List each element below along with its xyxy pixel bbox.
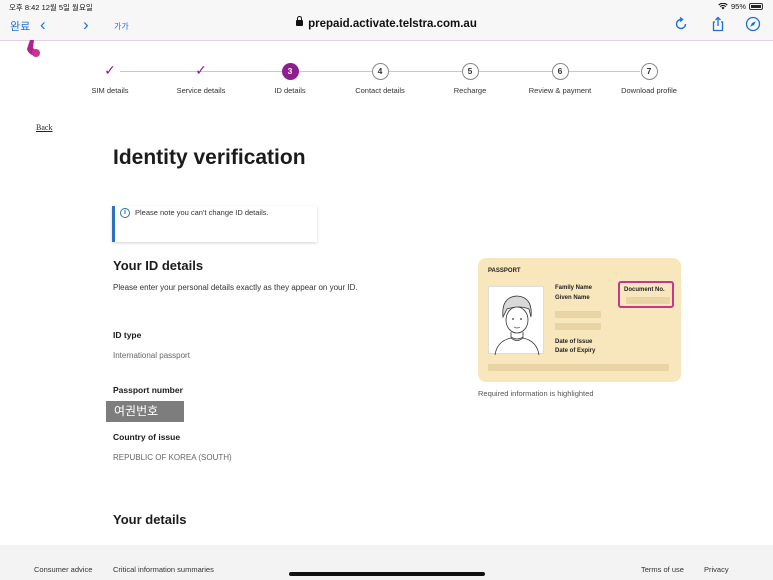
passport-photo [488, 286, 544, 356]
page-title: Identity verification [113, 146, 306, 169]
mrz-placeholder-bar [488, 364, 669, 371]
progress-stepper: ✓ SIM details ✓ Service details 3 ID det… [0, 60, 773, 100]
share-icon[interactable] [710, 16, 726, 32]
terms-of-use-link[interactable]: Terms of use [641, 565, 684, 574]
passport-number-label: Passport number [113, 385, 183, 395]
critical-information-link[interactable]: Critical information summaries [113, 565, 214, 574]
step-label: SIM details [91, 86, 129, 95]
check-icon: ✓ [104, 62, 116, 78]
id-type-value: International passport [113, 351, 190, 360]
compass-icon[interactable] [745, 16, 761, 32]
browser-toolbar: 완료 ‹ › 가가 prepaid.activate.telstra.com.a… [0, 12, 773, 41]
document-number-label: Document No. [624, 287, 665, 293]
home-indicator[interactable] [289, 572, 485, 576]
step-label: Download profile [621, 86, 677, 95]
person-portrait-icon [494, 295, 540, 356]
step-sim-details: ✓ SIM details [60, 63, 160, 95]
step-service-details: ✓ Service details [151, 63, 251, 95]
step-label: Review & payment [528, 86, 592, 95]
placeholder-bar [555, 323, 601, 330]
telstra-logo-icon[interactable] [24, 40, 44, 58]
given-name-label: Given Name [555, 295, 590, 301]
required-info-note: Required information is highlighted [478, 389, 594, 398]
wifi-icon [718, 3, 728, 10]
battery-percent: 95% [730, 2, 746, 11]
step-number: 7 [640, 63, 658, 80]
status-bar: 오후 8:42 12월 5일 월요일 95% [0, 0, 773, 12]
date-of-expiry-label: Date of Expiry [555, 348, 596, 354]
address-bar[interactable]: prepaid.activate.telstra.com.au [0, 16, 773, 30]
step-contact-details: 4 Contact details [330, 63, 430, 95]
passport-illustration: PASSPORT Family Name Given Name Date of … [478, 258, 681, 382]
consumer-advice-link[interactable]: Consumer advice [34, 565, 92, 574]
url-text: prepaid.activate.telstra.com.au [308, 18, 477, 30]
country-of-issue-value: REPUBLIC OF KOREA (SOUTH) [113, 453, 232, 462]
step-recharge: 5 Recharge [420, 63, 520, 95]
step-label: ID details [274, 86, 306, 95]
step-number: 6 [551, 63, 569, 80]
page: 오후 8:42 12월 5일 월요일 95% 완료 ‹ › 가가 prepaid… [0, 0, 773, 580]
info-icon: i [120, 208, 130, 218]
placeholder-bar [555, 311, 601, 318]
step-id-details: 3 ID details [240, 63, 340, 95]
notice-text: Please note you can't change ID details. [135, 208, 269, 217]
reload-icon[interactable] [673, 16, 689, 32]
status-right: 95% [718, 2, 763, 11]
id-type-label: ID type [113, 330, 142, 340]
date-of-issue-label: Date of Issue [555, 339, 593, 345]
battery-icon [749, 3, 763, 10]
id-details-intro: Please enter your personal details exact… [113, 283, 358, 292]
back-link[interactable]: Back [36, 123, 52, 132]
step-label: Service details [176, 86, 226, 95]
step-number: 5 [461, 63, 479, 80]
family-name-label: Family Name [555, 285, 593, 291]
passport-number-redacted: 여권번호 [106, 401, 184, 422]
step-download-profile: 7 Download profile [599, 63, 699, 95]
id-change-notice: i Please note you can't change ID detail… [112, 206, 317, 242]
step-label: Recharge [453, 86, 487, 95]
document-number-highlight: Document No. [618, 281, 674, 308]
step-number: 3 [281, 63, 299, 80]
step-number: 4 [371, 63, 389, 80]
step-label: Contact details [355, 86, 405, 95]
step-review-payment: 6 Review & payment [510, 63, 610, 95]
privacy-link[interactable]: Privacy [704, 565, 729, 574]
placeholder-bar [626, 297, 670, 304]
your-details-heading: Your details [113, 512, 187, 527]
lock-icon [296, 16, 304, 26]
country-of-issue-label: Country of issue [113, 432, 181, 442]
passport-title: PASSPORT [488, 268, 521, 274]
check-icon: ✓ [195, 62, 207, 78]
id-details-heading: Your ID details [113, 258, 204, 273]
